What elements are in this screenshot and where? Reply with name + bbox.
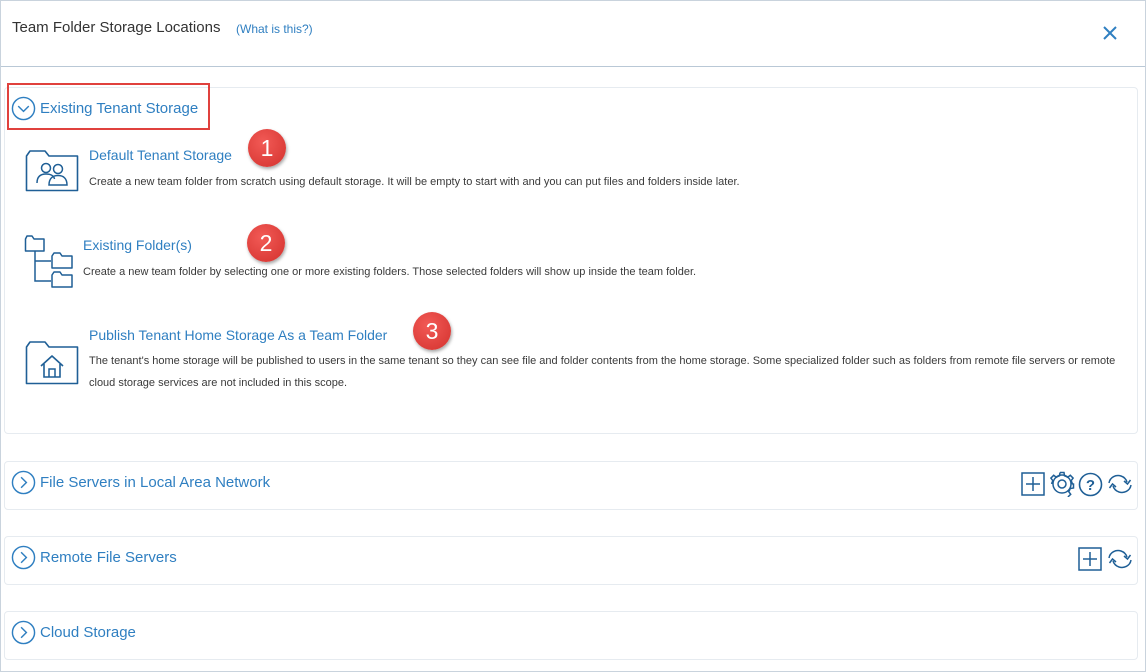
folder-tree-icon[interactable] [24, 234, 74, 289]
lan-file-servers-panel: File Servers in Local Area Network [4, 461, 1138, 510]
chevron-right-icon[interactable] [11, 470, 36, 495]
annotation-badge-2: 2 [247, 224, 285, 262]
remote-file-servers-header[interactable]: Remote File Servers [11, 544, 177, 570]
refresh-icon[interactable] [1106, 548, 1134, 570]
annotation-badge-1: 1 [248, 129, 286, 167]
default-tenant-storage-description: Create a new team folder from scratch us… [89, 176, 740, 188]
cloud-storage-panel: Cloud Storage [4, 611, 1138, 660]
what-is-this-link[interactable]: (What is this?) [236, 22, 313, 36]
gear-icon[interactable] [1049, 471, 1075, 497]
dialog-header: Team Folder Storage Locations (What is t… [1, 1, 1145, 67]
svg-text:?: ? [1086, 477, 1095, 494]
chevron-right-icon[interactable] [11, 620, 36, 645]
close-icon[interactable] [1100, 23, 1120, 43]
add-icon[interactable] [1078, 547, 1102, 571]
dialog-title: Team Folder Storage Locations [12, 19, 221, 36]
publish-tenant-home-storage-description: The tenant's home storage will be publis… [89, 355, 1116, 389]
help-icon[interactable]: ? [1078, 472, 1103, 497]
remote-file-servers-panel: Remote File Servers [4, 536, 1138, 585]
folder-users-icon[interactable] [25, 148, 79, 192]
cloud-storage-label: Cloud Storage [40, 623, 136, 641]
cloud-storage-header[interactable]: Cloud Storage [11, 619, 136, 645]
default-tenant-storage-link[interactable]: Default Tenant Storage [89, 147, 232, 163]
lan-file-servers-header[interactable]: File Servers in Local Area Network [11, 469, 270, 495]
annotation-highlight-box [7, 83, 210, 130]
remote-file-servers-label: Remote File Servers [40, 548, 177, 566]
folder-home-icon[interactable] [25, 339, 79, 385]
lan-file-servers-label: File Servers in Local Area Network [40, 473, 271, 491]
chevron-right-icon[interactable] [11, 545, 36, 570]
add-icon[interactable] [1021, 472, 1045, 496]
refresh-icon[interactable] [1106, 473, 1134, 495]
existing-folders-description: Create a new team folder by selecting on… [83, 266, 697, 278]
team-folder-storage-dialog: Team Folder Storage Locations (What is t… [0, 0, 1146, 672]
existing-folders-link[interactable]: Existing Folder(s) [83, 237, 192, 253]
annotation-badge-3: 3 [413, 312, 451, 350]
publish-tenant-home-storage-link[interactable]: Publish Tenant Home Storage As a Team Fo… [89, 327, 387, 343]
